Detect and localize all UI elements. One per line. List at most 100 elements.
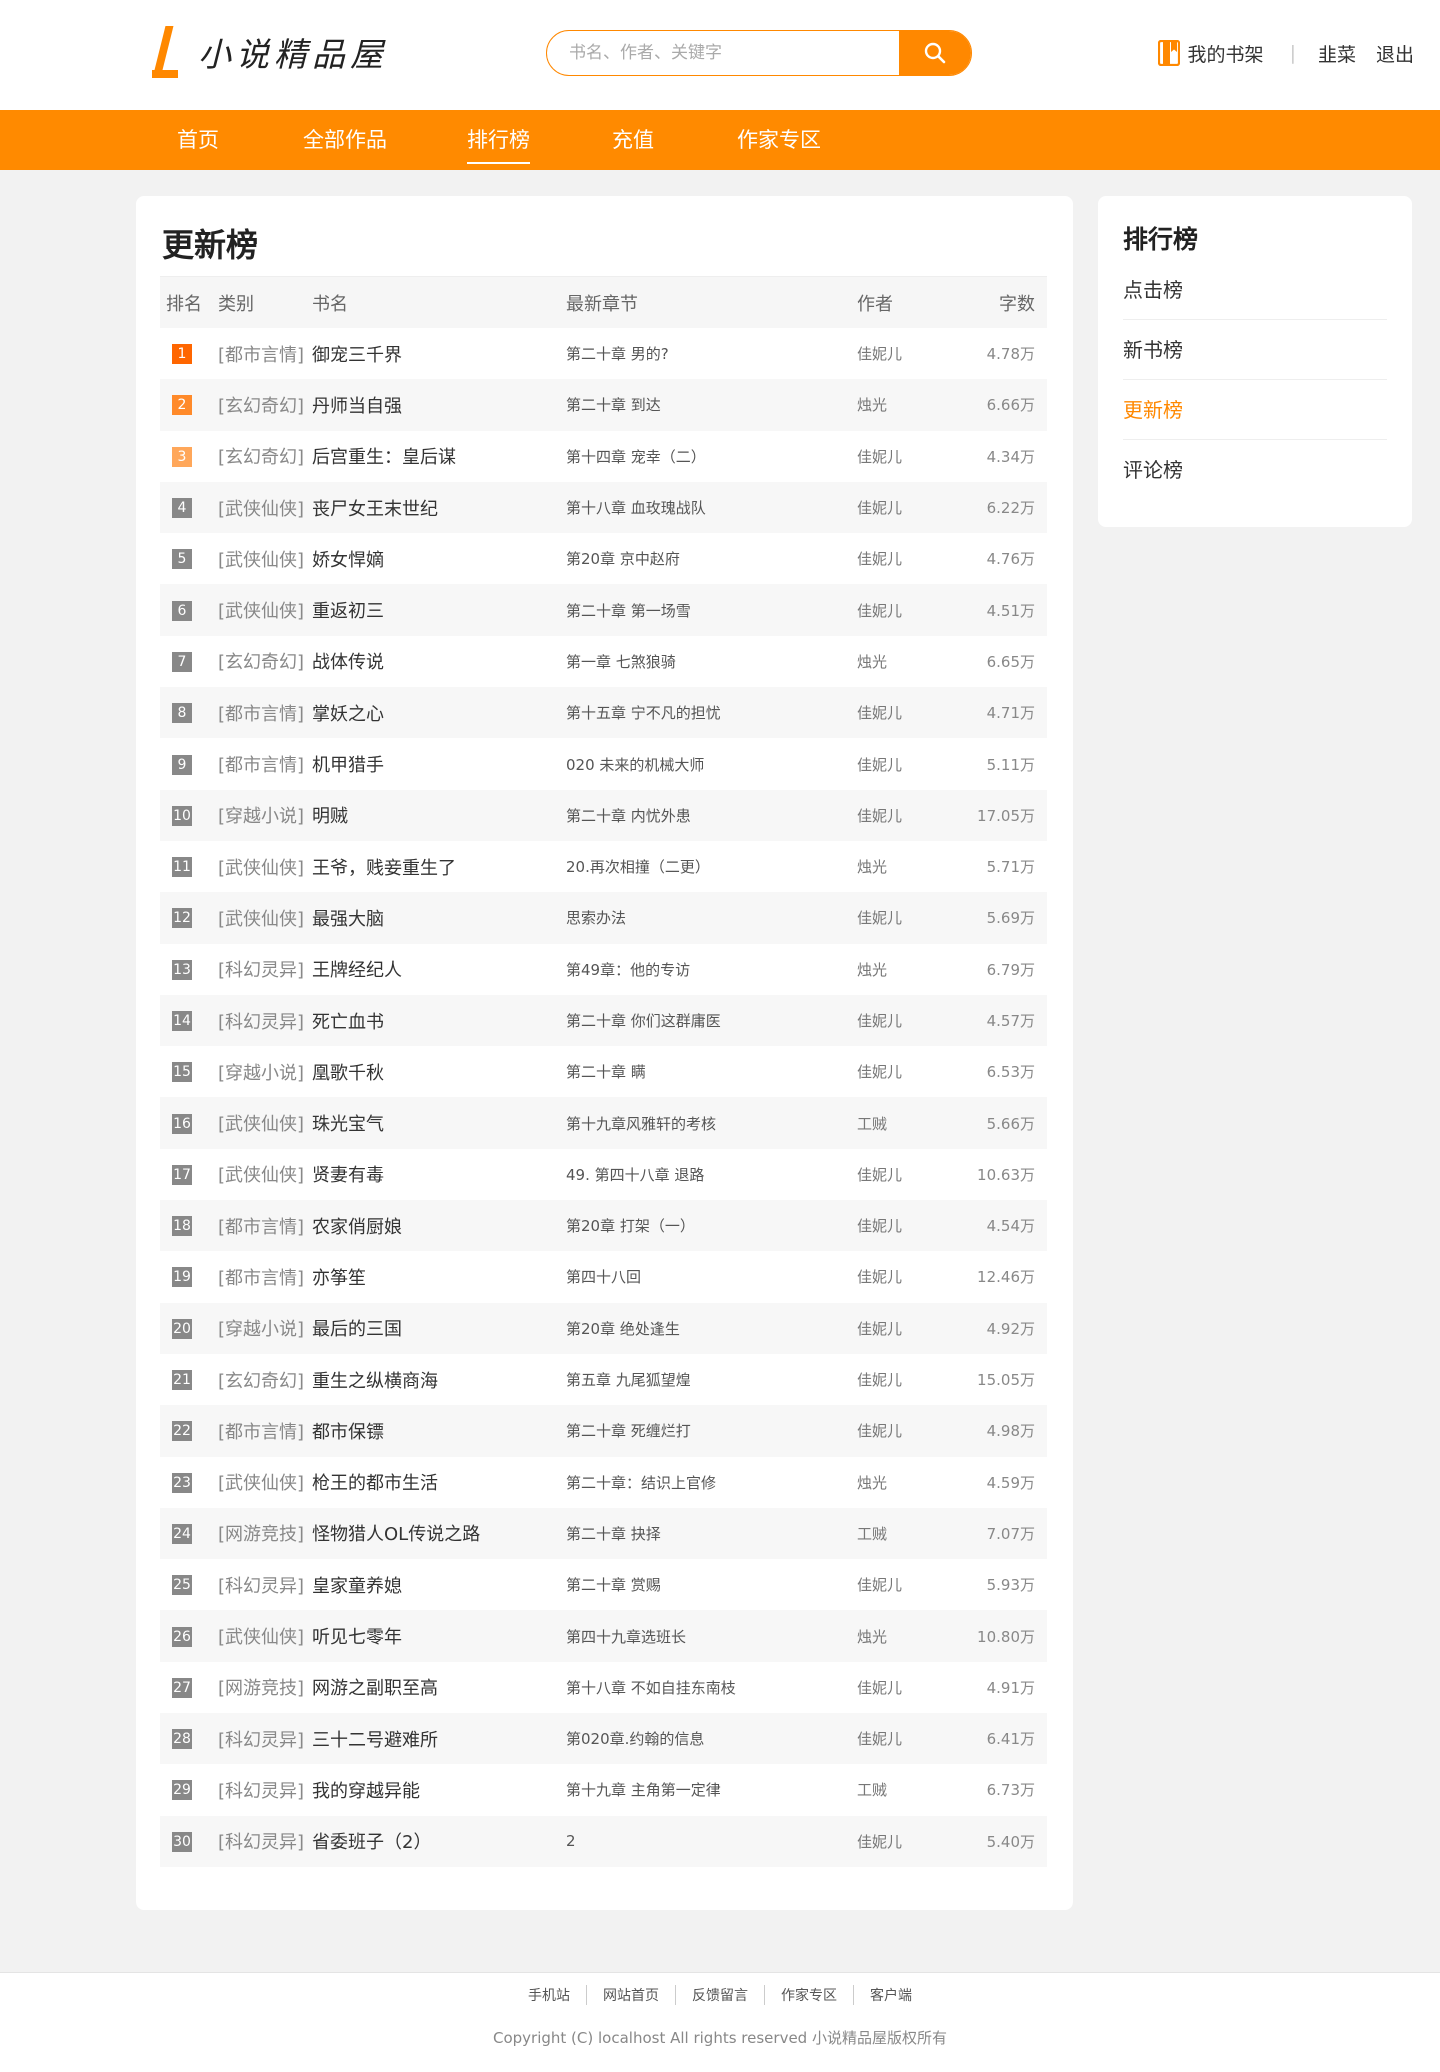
latest-chapter-link[interactable]: 第四十八回 — [566, 1266, 641, 1287]
book-category[interactable]: [都市言情] — [218, 700, 304, 726]
book-title-link[interactable]: 怪物猎人OL传说之路 — [312, 1520, 480, 1546]
book-category[interactable]: [玄幻奇幻] — [218, 392, 304, 418]
latest-chapter-link[interactable]: 第二十章 男的? — [566, 343, 669, 364]
book-category[interactable]: [玄幻奇幻] — [218, 443, 304, 469]
book-title-link[interactable]: 丹师当自强 — [312, 392, 402, 418]
latest-chapter-link[interactable]: 第49章：他的专访 — [566, 959, 690, 980]
latest-chapter-link[interactable]: 第20章 绝处逢生 — [566, 1318, 680, 1339]
username-link[interactable]: 韭菜 — [1318, 40, 1356, 67]
sidebar-item-comment-rank[interactable]: 评论榜 — [1123, 440, 1387, 500]
latest-chapter-link[interactable]: 第十九章风雅轩的考核 — [566, 1113, 716, 1134]
book-category[interactable]: [都市言情] — [218, 1213, 304, 1239]
latest-chapter-link[interactable]: 第十五章 宁不凡的担忧 — [566, 702, 721, 723]
footer-link-client[interactable]: 客户端 — [853, 1985, 928, 2005]
book-title-link[interactable]: 后宫重生：皇后谋 — [312, 443, 456, 469]
book-category[interactable]: [科幻灵异] — [218, 1008, 304, 1034]
footer-link-home[interactable]: 网站首页 — [586, 1985, 675, 2005]
sidebar-item-click-rank[interactable]: 点击榜 — [1123, 260, 1387, 320]
sidebar-item-update-rank[interactable]: 更新榜 — [1123, 380, 1387, 440]
book-category[interactable]: [武侠仙侠] — [218, 1469, 304, 1495]
latest-chapter-link[interactable]: 第二十章 你们这群庸医 — [566, 1010, 721, 1031]
book-title-link[interactable]: 枪王的都市生活 — [312, 1469, 438, 1495]
book-category[interactable]: [科幻灵异] — [218, 1828, 304, 1854]
bookshelf-link[interactable]: 我的书架 — [1157, 40, 1264, 67]
book-category[interactable]: [武侠仙侠] — [218, 854, 304, 880]
book-title-link[interactable]: 掌妖之心 — [312, 700, 384, 726]
book-title-link[interactable]: 御宠三千界 — [312, 341, 402, 367]
book-title-link[interactable]: 省委班子（2） — [312, 1828, 431, 1854]
book-category[interactable]: [科幻灵异] — [218, 1572, 304, 1598]
book-category[interactable]: [都市言情] — [218, 1264, 304, 1290]
book-title-link[interactable]: 机甲猎手 — [312, 751, 384, 777]
book-title-link[interactable]: 珠光宝气 — [312, 1110, 384, 1136]
latest-chapter-link[interactable]: 第四十九章选班长 — [566, 1626, 686, 1647]
footer-link-feedback[interactable]: 反馈留言 — [675, 1985, 764, 2005]
latest-chapter-link[interactable]: 第二十章 内忧外患 — [566, 805, 691, 826]
book-title-link[interactable]: 贤妻有毒 — [312, 1161, 384, 1187]
book-title-link[interactable]: 王爷，贱妾重生了 — [312, 854, 456, 880]
latest-chapter-link[interactable]: 20.再次相撞（二更） — [566, 856, 710, 877]
book-title-link[interactable]: 最后的三国 — [312, 1315, 402, 1341]
book-title-link[interactable]: 我的穿越异能 — [312, 1777, 420, 1803]
book-title-link[interactable]: 战体传说 — [312, 648, 384, 674]
latest-chapter-link[interactable]: 第二十章 到达 — [566, 394, 661, 415]
nav-ranking[interactable]: 排行榜 — [467, 110, 530, 170]
book-title-link[interactable]: 听见七零年 — [312, 1623, 402, 1649]
latest-chapter-link[interactable]: 第20章 打架（一） — [566, 1215, 695, 1236]
book-category[interactable]: [武侠仙侠] — [218, 495, 304, 521]
book-category[interactable]: [武侠仙侠] — [218, 905, 304, 931]
latest-chapter-link[interactable]: 思索办法 — [566, 907, 626, 928]
book-category[interactable]: [武侠仙侠] — [218, 597, 304, 623]
book-title-link[interactable]: 皇家童养媳 — [312, 1572, 402, 1598]
book-title-link[interactable]: 明贼 — [312, 802, 348, 828]
latest-chapter-link[interactable]: 第二十章 瞒 — [566, 1061, 646, 1082]
book-category[interactable]: [网游竞技] — [218, 1674, 304, 1700]
book-category[interactable]: [网游竞技] — [218, 1520, 304, 1546]
book-category[interactable]: [都市言情] — [218, 1418, 304, 1444]
book-title-link[interactable]: 娇女悍嫡 — [312, 546, 384, 572]
footer-link-author-zone[interactable]: 作家专区 — [764, 1985, 853, 2005]
book-category[interactable]: [武侠仙侠] — [218, 1623, 304, 1649]
book-title-link[interactable]: 三十二号避难所 — [312, 1726, 438, 1752]
book-title-link[interactable]: 丧尸女王末世纪 — [312, 495, 438, 521]
book-category[interactable]: [都市言情] — [218, 341, 304, 367]
latest-chapter-link[interactable]: 第二十章 赏赐 — [566, 1574, 661, 1595]
book-title-link[interactable]: 农家俏厨娘 — [312, 1213, 402, 1239]
book-title-link[interactable]: 王牌经纪人 — [312, 956, 402, 982]
nav-all-works[interactable]: 全部作品 — [303, 110, 387, 170]
latest-chapter-link[interactable]: 第20章 京中赵府 — [566, 548, 680, 569]
search-button[interactable] — [899, 31, 971, 75]
book-title-link[interactable]: 重生之纵横商海 — [312, 1367, 438, 1393]
latest-chapter-link[interactable]: 49. 第四十八章 退路 — [566, 1164, 704, 1185]
book-category[interactable]: [玄幻奇幻] — [218, 1367, 304, 1393]
latest-chapter-link[interactable]: 第二十章 第一场雪 — [566, 600, 691, 621]
sidebar-item-new-book-rank[interactable]: 新书榜 — [1123, 320, 1387, 380]
latest-chapter-link[interactable]: 第二十章 抉择 — [566, 1523, 661, 1544]
nav-home[interactable]: 首页 — [177, 110, 219, 170]
latest-chapter-link[interactable]: 第二十章 死缠烂打 — [566, 1420, 691, 1441]
book-category[interactable]: [穿越小说] — [218, 1059, 304, 1085]
book-category[interactable]: [都市言情] — [218, 751, 304, 777]
book-title-link[interactable]: 凰歌千秋 — [312, 1059, 384, 1085]
latest-chapter-link[interactable]: 第二十章：结识上官修 — [566, 1472, 716, 1493]
search-input[interactable] — [547, 31, 899, 75]
site-logo[interactable]: 小说精品屋 — [150, 26, 388, 78]
book-category[interactable]: [科幻灵异] — [218, 1777, 304, 1803]
latest-chapter-link[interactable]: 第一章 七煞狼骑 — [566, 651, 676, 672]
footer-link-mobile[interactable]: 手机站 — [512, 1985, 586, 2005]
book-title-link[interactable]: 最强大脑 — [312, 905, 384, 931]
book-category[interactable]: [武侠仙侠] — [218, 1161, 304, 1187]
book-title-link[interactable]: 网游之副职至高 — [312, 1674, 438, 1700]
latest-chapter-link[interactable]: 第十九章 主角第一定律 — [566, 1779, 721, 1800]
book-category[interactable]: [武侠仙侠] — [218, 1110, 304, 1136]
book-category[interactable]: [科幻灵异] — [218, 956, 304, 982]
latest-chapter-link[interactable]: 2 — [566, 1832, 576, 1850]
book-category[interactable]: [穿越小说] — [218, 1315, 304, 1341]
latest-chapter-link[interactable]: 020 未来的机械大师 — [566, 754, 704, 775]
latest-chapter-link[interactable]: 第十八章 不如自挂东南枝 — [566, 1677, 736, 1698]
nav-author-zone[interactable]: 作家专区 — [737, 110, 821, 170]
latest-chapter-link[interactable]: 第十八章 血玫瑰战队 — [566, 497, 706, 518]
book-title-link[interactable]: 重返初三 — [312, 597, 384, 623]
latest-chapter-link[interactable]: 第020章.约翰的信息 — [566, 1728, 704, 1749]
latest-chapter-link[interactable]: 第十四章 宠幸（二） — [566, 446, 706, 467]
